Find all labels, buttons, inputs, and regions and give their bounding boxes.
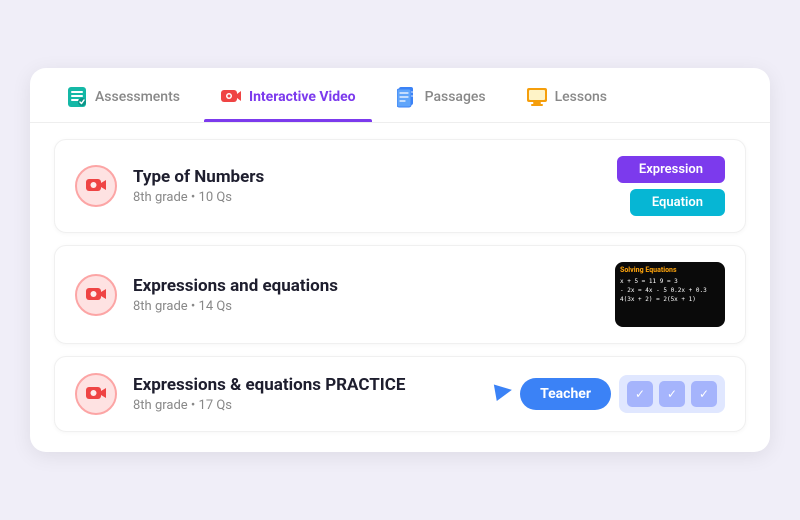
tab-passages-label: Passages <box>425 89 486 105</box>
item-video-icon <box>75 165 117 207</box>
item-meta: 8th grade • 10 Qs <box>133 190 601 205</box>
passages-icon <box>396 86 418 108</box>
assessment-icon <box>66 86 88 108</box>
item-video-icon <box>75 274 117 316</box>
list-item: Expressions & equations PRACTICE 8th gra… <box>54 356 746 432</box>
item-title: Expressions and equations <box>133 276 599 296</box>
thumbnail-line-1: x + 5 = 11 9 = 3 <box>620 277 720 286</box>
item-info: Expressions and equations 8th grade • 14… <box>133 276 599 314</box>
action-btn-3[interactable]: ✓ <box>691 381 717 407</box>
tab-bar: Assessments Interactive Video <box>30 68 770 123</box>
item-video-icon <box>75 373 117 415</box>
item-title: Type of Numbers <box>133 167 601 187</box>
teacher-area: ▶ Teacher ✓ ✓ ✓ <box>495 375 725 413</box>
thumbnail-line-2: - 2x = 4x - 5 0.2x + 0.3 <box>620 286 720 295</box>
tab-lessons-label: Lessons <box>555 89 607 105</box>
item-meta: 8th grade • 17 Qs <box>133 398 479 413</box>
tab-assessments-label: Assessments <box>95 89 180 105</box>
equation-tag[interactable]: Equation <box>630 189 725 216</box>
tab-interactive-video[interactable]: Interactive Video <box>204 68 372 122</box>
cursor-icon: ▶ <box>493 376 514 404</box>
item-title: Expressions & equations PRACTICE <box>133 375 479 395</box>
item-actions: Expression Equation <box>617 156 725 216</box>
content-area: Type of Numbers 8th grade • 10 Qs Expres… <box>30 123 770 452</box>
tab-lessons[interactable]: Lessons <box>510 68 623 122</box>
tab-interactive-video-label: Interactive Video <box>249 89 356 105</box>
tab-assessments[interactable]: Assessments <box>50 68 196 122</box>
item-info: Expressions & equations PRACTICE 8th gra… <box>133 375 479 413</box>
thumbnail-line-3: 4(3x + 2) = 2(5x + 1) <box>620 295 720 304</box>
main-card: Assessments Interactive Video <box>30 68 770 452</box>
teacher-button[interactable]: Teacher <box>520 378 611 410</box>
teacher-action-buttons: ✓ ✓ ✓ <box>619 375 725 413</box>
thumbnail-title: Solving Equations <box>620 266 720 274</box>
list-item: Expressions and equations 8th grade • 14… <box>54 245 746 344</box>
action-btn-1[interactable]: ✓ <box>627 381 653 407</box>
lessons-icon <box>526 86 548 108</box>
video-thumbnail[interactable]: Solving Equations x + 5 = 11 9 = 3 - 2x … <box>615 262 725 327</box>
expression-tag[interactable]: Expression <box>617 156 725 183</box>
list-item: Type of Numbers 8th grade • 10 Qs Expres… <box>54 139 746 233</box>
video-icon <box>220 86 242 108</box>
item-info: Type of Numbers 8th grade • 10 Qs <box>133 167 601 205</box>
tab-passages[interactable]: Passages <box>380 68 502 122</box>
item-meta: 8th grade • 14 Qs <box>133 299 599 314</box>
action-btn-2[interactable]: ✓ <box>659 381 685 407</box>
